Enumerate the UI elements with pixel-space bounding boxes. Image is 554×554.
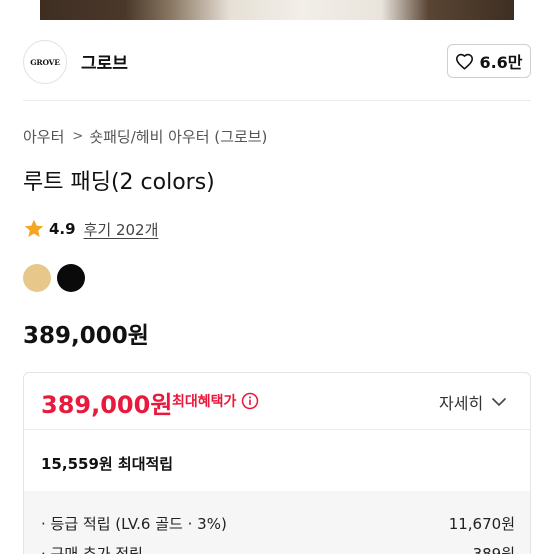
chevron-down-icon xyxy=(492,397,507,407)
benefit-box: 389,000원 최대혜택가 자세히 15,559원 최대적립 · 등급 적립 … xyxy=(23,372,531,554)
heart-icon xyxy=(456,53,474,70)
benefit-header: 389,000원 최대혜택가 자세히 xyxy=(24,373,530,429)
like-count: 6.6만 xyxy=(479,53,523,72)
points-row-purchase: · 구매 추가 적립 389원 xyxy=(41,543,515,554)
color-swatch-beige[interactable] xyxy=(23,264,51,292)
product-image-strip xyxy=(0,0,554,22)
brand-logo[interactable]: GROVE xyxy=(23,40,67,84)
rating: 4.9 후기 202개 xyxy=(23,218,158,240)
color-swatch-black[interactable] xyxy=(57,264,85,292)
chevron-right-icon: > xyxy=(72,129,84,144)
divider xyxy=(23,100,531,101)
max-benefit-label[interactable]: 최대혜택가 xyxy=(172,391,259,411)
brand-name[interactable]: 그로브 xyxy=(81,49,128,74)
max-points: 15,559원 최대적립 xyxy=(41,455,174,473)
like-button[interactable]: 6.6만 xyxy=(447,44,531,78)
color-swatches xyxy=(23,264,85,292)
benefit-price: 389,000원 xyxy=(41,391,173,419)
breadcrumb-subcategory[interactable]: 숏패딩/헤비 아우터 (그로브) xyxy=(89,126,267,147)
reviews-link[interactable]: 후기 202개 xyxy=(84,219,159,240)
info-icon xyxy=(242,392,259,410)
brand-logo-text: GROVE xyxy=(30,57,60,67)
breadcrumb: 아우터 > 숏패딩/헤비 아우터 (그로브) xyxy=(23,126,267,147)
max-benefit-text: 최대혜택가 xyxy=(172,394,237,410)
brand-row: GROVE 그로브 6.6만 xyxy=(0,38,554,84)
points-row-label: · 등급 적립 (LV.6 골드 · 3%) xyxy=(41,515,227,533)
detail-label: 자세히 xyxy=(439,394,484,413)
points-detail-panel: · 등급 적립 (LV.6 골드 · 3%) 11,670원 · 구매 추가 적… xyxy=(24,491,530,554)
breadcrumb-category[interactable]: 아우터 xyxy=(23,126,64,147)
points-row-grade: · 등급 적립 (LV.6 골드 · 3%) 11,670원 xyxy=(41,513,515,534)
product-title: 루트 패딩(2 colors) xyxy=(23,170,215,195)
star-icon xyxy=(24,219,44,237)
points-row-value: 11,670원 xyxy=(448,515,515,533)
points-row-value: 389원 xyxy=(472,545,515,554)
detail-button[interactable]: 자세히 xyxy=(439,390,507,414)
rating-score: 4.9 xyxy=(49,220,76,238)
product-image xyxy=(40,0,514,20)
product-price: 389,000원 xyxy=(23,323,149,349)
divider xyxy=(24,429,530,430)
points-row-label: · 구매 추가 적립 xyxy=(41,545,143,554)
